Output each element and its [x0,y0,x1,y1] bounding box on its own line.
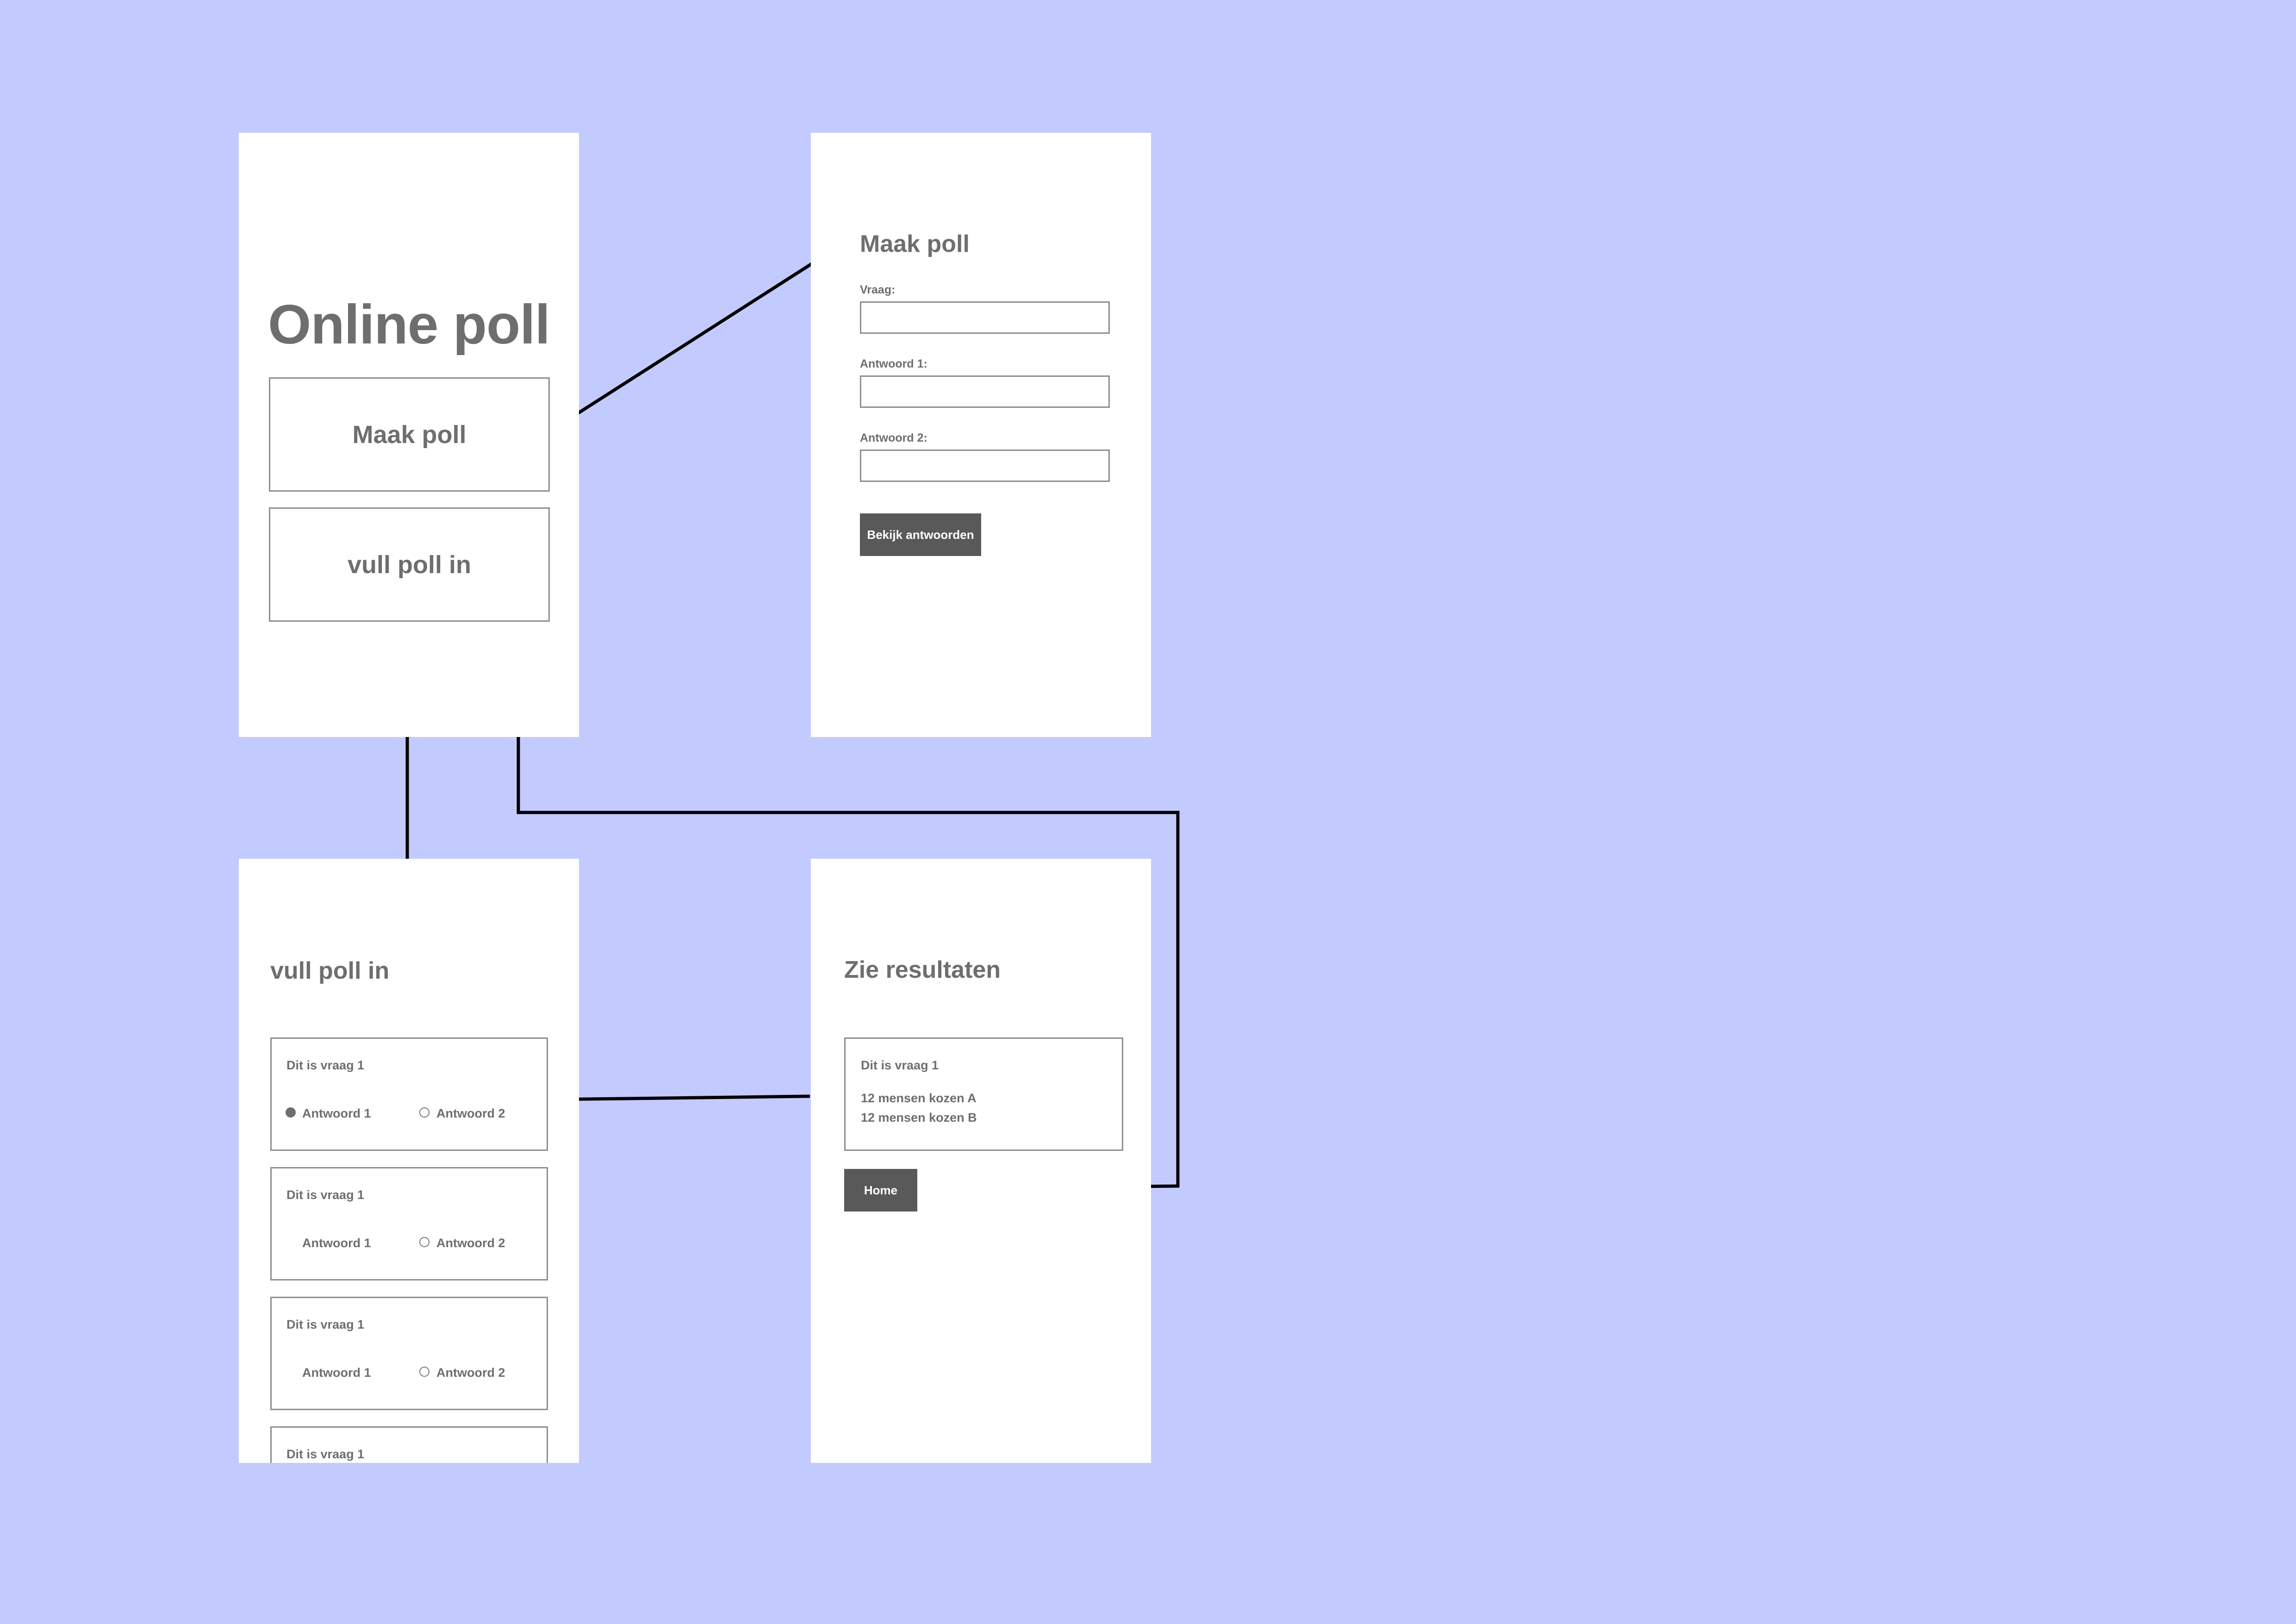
result-question: Dit is vraag 1 [861,1058,939,1072]
answer2-label: Antwoord 2: [860,431,927,444]
result-card: Dit is vraag 1 12 mensen kozen A 12 mens… [844,1037,1123,1151]
fill-poll-screen: vull poll in Dit is vraag 1 Antwoord 1 A… [239,859,579,1463]
question-input[interactable] [860,301,1110,334]
home-button[interactable]: Home [844,1169,917,1212]
view-answers-button[interactable]: Bekijk antwoorden [860,513,981,556]
answer2-input[interactable] [860,450,1110,482]
connector-make-poll [556,259,818,428]
connector-answer-results [553,1094,810,1101]
make-poll-title: Maak poll [860,231,970,257]
question-text: Dit is vraag 1 [286,1318,365,1331]
answer2-label: Antwoord 2 [436,1236,505,1250]
answer2-label: Antwoord 2 [436,1366,505,1380]
answer2-radio[interactable] [419,1367,429,1377]
fill-poll-button[interactable]: vull poll in [269,507,550,622]
result-line-b: 12 mensen kozen B [861,1111,977,1124]
question-card: Dit is vraag 1 Antwoord 1 Antwoord 2 [270,1037,548,1151]
home-screen: Online poll Maak poll vull poll in [239,133,579,737]
answer1-label: Antwoord 1 [302,1236,371,1250]
answer1-radio[interactable] [286,1107,296,1118]
question-card: Dit is vraag 1 [270,1426,548,1463]
question-card: Dit is vraag 1 Antwoord 1 Antwoord 2 [270,1167,548,1280]
make-poll-button[interactable]: Maak poll [269,377,550,492]
answer1-label: Antwoord 1 [302,1366,371,1380]
result-line-a: 12 mensen kozen A [861,1091,977,1105]
question-text: Dit is vraag 1 [286,1188,365,1202]
question-label: Vraag: [860,283,896,296]
answer2-label: Antwoord 2 [436,1106,505,1120]
question-text: Dit is vraag 1 [286,1447,365,1461]
make-poll-screen: Maak poll Vraag: Antwoord 1: Antwoord 2:… [811,133,1151,737]
answer2-radio[interactable] [419,1237,429,1247]
answer1-label: Antwoord 1: [860,357,927,370]
fill-poll-title: vull poll in [270,957,390,984]
home-title: Online poll [268,294,550,356]
answer1-input[interactable] [860,375,1110,408]
question-text: Dit is vraag 1 [286,1058,365,1072]
results-screen: Zie resultaten Dit is vraag 1 12 mensen … [811,859,1151,1463]
question-card: Dit is vraag 1 Antwoord 1 Antwoord 2 [270,1297,548,1410]
results-title: Zie resultaten [844,956,1001,983]
answer1-label: Antwoord 1 [302,1106,371,1120]
answer2-radio[interactable] [419,1107,429,1118]
